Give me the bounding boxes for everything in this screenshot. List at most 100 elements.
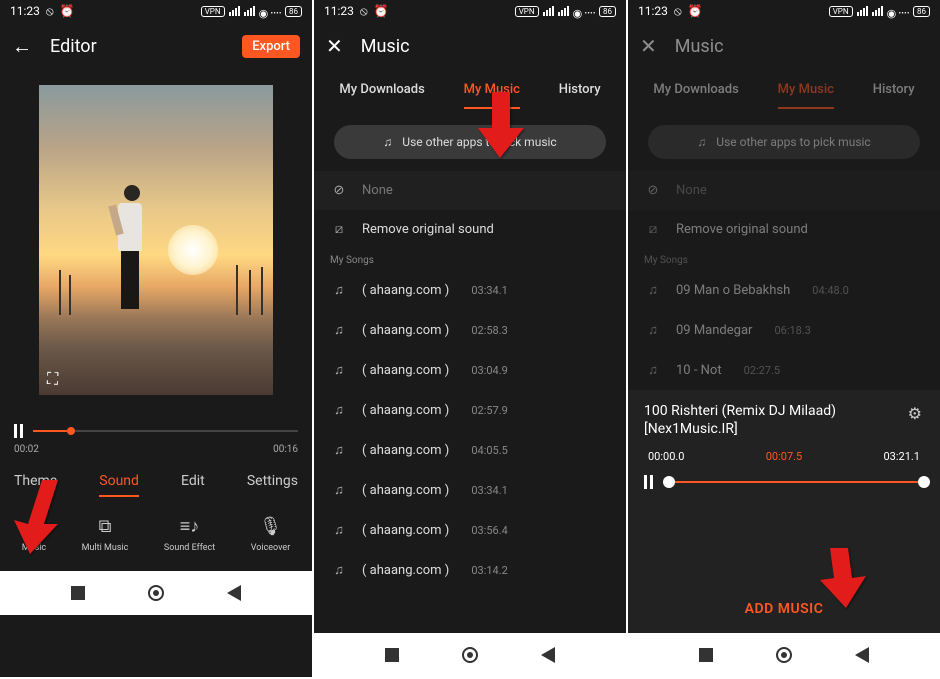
pause-button[interactable] — [14, 424, 23, 438]
button-label: Use other apps to pick music — [716, 135, 870, 149]
progress-bar[interactable] — [33, 430, 298, 432]
status-time: 11:23 — [10, 4, 40, 18]
page-title: Music — [675, 36, 928, 57]
song-duration: 04:48.0 — [812, 284, 848, 297]
player-progress[interactable] — [669, 481, 924, 483]
tool-voiceover[interactable]: 🎙 Voiceover — [251, 515, 291, 553]
nav-home[interactable] — [148, 585, 164, 601]
song-list: ♫09 Man o Bebakhsh04:48.0 ♫09 Mandegar06… — [628, 270, 940, 390]
back-icon[interactable]: ← — [12, 34, 32, 59]
vpn-badge: VPN — [515, 6, 539, 17]
wifi-icon: ◉᠁ — [573, 2, 595, 21]
signal-icon — [229, 6, 240, 16]
tool-multi-music[interactable]: ⧉ Multi Music — [82, 515, 129, 553]
music-header: ✕ Music — [314, 22, 626, 70]
song-item[interactable]: ♫( ahaang.com )03:34.1 — [314, 470, 626, 510]
status-bar: 11:23 ⦸ ⏰ VPN ◉᠁ 86 — [628, 0, 940, 22]
music-note-icon: ♫ — [697, 135, 706, 149]
song-item[interactable]: ♫( ahaang.com )03:34.1 — [314, 270, 626, 310]
headphones-icon: ♫ — [644, 322, 662, 338]
song-item[interactable]: ♫( ahaang.com )04:05.5 — [314, 430, 626, 470]
editor-header: ← Editor Export — [0, 22, 312, 70]
song-item[interactable]: ♫( ahaang.com )02:58.3 — [314, 310, 626, 350]
song-name: 10 - Not — [676, 363, 722, 378]
nav-back[interactable] — [227, 585, 241, 601]
option-none[interactable]: ⊘ None — [628, 171, 940, 210]
battery-badge: 86 — [285, 6, 302, 17]
song-item[interactable]: ♫( ahaang.com )03:56.4 — [314, 510, 626, 550]
alarm-off-icon: ⦸ — [674, 4, 682, 19]
song-item[interactable]: ♫( ahaang.com )02:57.9 — [314, 390, 626, 430]
multi-music-icon: ⧉ — [94, 515, 116, 537]
tab-sound[interactable]: Sound — [99, 473, 139, 497]
song-item[interactable]: ♫ 10 - Not 02:27.5 — [628, 350, 940, 390]
nav-home[interactable] — [462, 647, 478, 663]
tab-edit[interactable]: Edit — [181, 473, 205, 497]
add-music-button[interactable]: ADD MUSIC — [644, 591, 924, 621]
song-duration: 02:27.5 — [744, 364, 780, 377]
tab-my-downloads[interactable]: My Downloads — [653, 82, 738, 109]
settings-icon[interactable]: ⚙ — [908, 404, 922, 423]
close-icon[interactable]: ✕ — [326, 34, 343, 58]
section-header: My Songs — [628, 249, 940, 270]
video-preview[interactable]: ⛶ — [0, 70, 312, 410]
song-name: ( ahaang.com ) — [362, 403, 449, 418]
signal-icon — [543, 6, 554, 16]
annotation-arrow-icon — [14, 480, 64, 558]
android-nav-bar — [0, 571, 312, 615]
song-item[interactable]: ♫( ahaang.com )03:14.2 — [314, 550, 626, 590]
nav-recents[interactable] — [71, 586, 85, 600]
battery-badge: 86 — [599, 6, 616, 17]
tab-settings[interactable]: Settings — [247, 473, 298, 497]
vpn-badge: VPN — [829, 6, 853, 17]
status-bar: 11:23 ⦸ ⏰ VPN ◉᠁ 86 — [314, 0, 626, 22]
tab-my-downloads[interactable]: My Downloads — [339, 82, 424, 109]
nav-recents[interactable] — [699, 648, 713, 662]
song-duration: 02:57.9 — [471, 404, 507, 417]
nav-back[interactable] — [855, 647, 869, 663]
music-player-screen: 11:23 ⦸ ⏰ VPN ◉᠁ 86 ✕ Music My Downloads… — [628, 0, 940, 677]
signal-icon — [857, 6, 868, 16]
music-note-icon: ♫ — [383, 135, 392, 149]
option-label: Remove original sound — [676, 222, 808, 237]
export-button[interactable]: Export — [242, 35, 300, 58]
song-item[interactable]: ♫09 Man o Bebakhsh04:48.0 — [628, 270, 940, 310]
playback-controls: 00:02 00:16 — [0, 410, 312, 459]
close-icon[interactable]: ✕ — [640, 34, 657, 58]
clock-icon: ⏰ — [688, 4, 703, 18]
tool-sound-effect[interactable]: ≡♪ Sound Effect — [164, 515, 215, 553]
now-playing-title: 100 Rishteri (Remix DJ Milaad) [Nex1Musi… — [644, 402, 924, 438]
song-duration: 03:34.1 — [471, 284, 507, 297]
tab-my-music[interactable]: My Music — [778, 82, 834, 109]
option-remove-original[interactable]: ⧄ Remove original sound — [314, 210, 626, 249]
battery-badge: 86 — [913, 6, 930, 17]
alarm-off-icon: ⦸ — [360, 4, 368, 19]
option-remove-original[interactable]: ⧄ Remove original sound — [628, 210, 940, 249]
option-none[interactable]: ⊘ None — [314, 171, 626, 210]
signal-icon — [872, 6, 883, 16]
pause-button[interactable] — [644, 475, 653, 489]
nav-home[interactable] — [776, 647, 792, 663]
headphones-icon: ♫ — [330, 282, 348, 298]
microphone-icon: 🎙 — [259, 515, 281, 537]
use-other-apps-button[interactable]: ♫ Use other apps to pick music — [334, 125, 606, 159]
editor-screen: 11:23 ⦸ ⏰ VPN ◉᠁ 86 ← Editor Export ⛶ — [0, 0, 312, 677]
fullscreen-icon[interactable]: ⛶ — [47, 369, 58, 389]
status-bar: 11:23 ⦸ ⏰ VPN ◉᠁ 86 — [0, 0, 312, 22]
tool-label: Sound Effect — [164, 543, 215, 553]
song-item[interactable]: ♫( ahaang.com )03:04.9 — [314, 350, 626, 390]
song-name: ( ahaang.com ) — [362, 323, 449, 338]
nav-recents[interactable] — [385, 648, 399, 662]
song-name: 09 Mandegar — [676, 323, 752, 338]
android-nav-bar — [628, 633, 940, 677]
nav-back[interactable] — [541, 647, 555, 663]
music-picker-screen: 11:23 ⦸ ⏰ VPN ◉᠁ 86 ✕ Music My Downloads… — [314, 0, 626, 677]
use-other-apps-button[interactable]: ♫ Use other apps to pick music — [648, 125, 920, 159]
now-playing-panel: ⚙ 100 Rishteri (Remix DJ Milaad) [Nex1Mu… — [628, 390, 940, 633]
song-item[interactable]: ♫09 Mandegar06:18.3 — [628, 310, 940, 350]
headphones-icon: ♫ — [330, 322, 348, 338]
tab-history[interactable]: History — [559, 82, 601, 109]
headphones-icon: ♫ — [644, 362, 662, 378]
tab-history[interactable]: History — [873, 82, 915, 109]
song-name: ( ahaang.com ) — [362, 443, 449, 458]
